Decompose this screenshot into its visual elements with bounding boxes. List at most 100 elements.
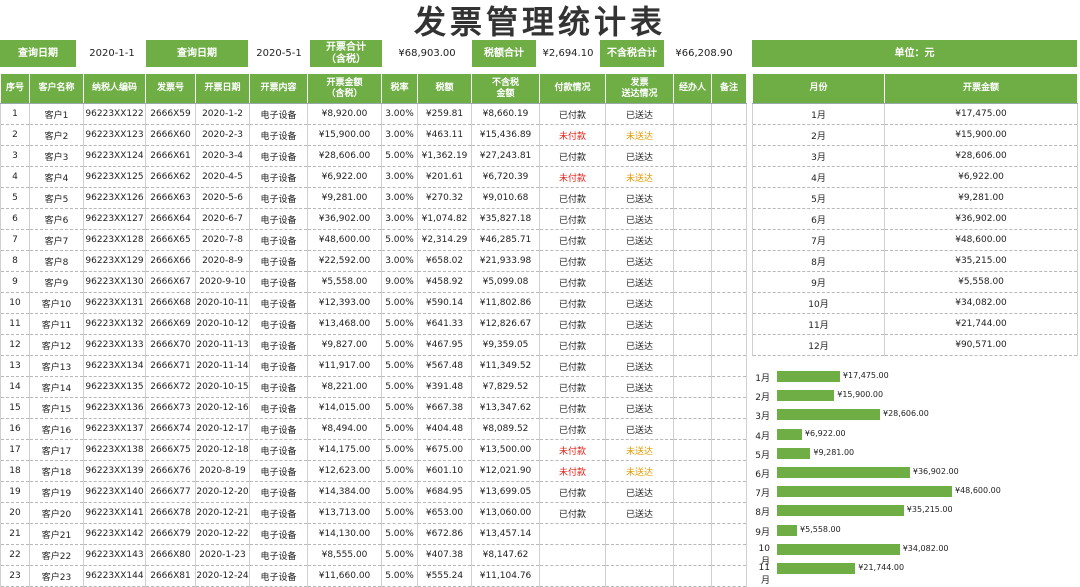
table-cell[interactable]: ¥27,243.81 [471,145,540,167]
table-cell[interactable]: 96223XX134 [83,355,146,377]
table-cell[interactable] [673,250,712,272]
table-cell[interactable]: 2020-8-19 [195,460,250,482]
table-cell[interactable]: ¥8,920.00 [307,103,382,125]
table-row[interactable]: 1 客户1 96223XX122 2666X59 2020-1-2 电子设备 ¥8,920.… [0,103,747,125]
table-cell[interactable]: 5.00% [381,145,418,167]
month-row[interactable]: 6月 ¥36,902.00 [752,208,1078,230]
table-cell[interactable] [673,397,712,419]
table-cell[interactable]: 96223XX136 [83,397,146,419]
table-row[interactable]: 2 客户2 96223XX123 2666X60 2020-2-3 电子设备 ¥15,900… [0,124,747,146]
table-cell[interactable] [711,145,747,167]
table-cell[interactable]: 未付款 [539,166,606,188]
month-cell[interactable]: 4月 [752,166,885,188]
table-cell[interactable]: 96223XX138 [83,439,146,461]
table-cell[interactable]: 客户21 [29,523,84,545]
month-cell[interactable]: 3月 [752,145,885,167]
table-cell[interactable] [605,523,674,545]
table-cell[interactable]: 电子设备 [249,103,308,125]
table-cell[interactable] [673,187,712,209]
table-cell[interactable]: 2020-10-12 [195,313,250,335]
table-cell[interactable] [539,523,606,545]
table-cell[interactable]: 96223XX137 [83,418,146,440]
amount-cell[interactable]: ¥21,744.00 [884,313,1078,335]
table-cell[interactable]: 5.00% [381,565,418,587]
table-cell[interactable]: 电子设备 [249,250,308,272]
table-cell[interactable]: ¥458.92 [417,271,472,293]
table-cell[interactable]: 客户1 [29,103,84,125]
table-cell[interactable]: ¥1,362.19 [417,145,472,167]
table-cell[interactable]: 已付款 [539,103,606,125]
table-cell[interactable]: 电子设备 [249,439,308,461]
table-cell[interactable]: 已付款 [539,229,606,251]
table-cell[interactable]: 2020-10-15 [195,376,250,398]
table-cell[interactable]: 2666X62 [145,166,196,188]
table-cell[interactable]: ¥555.24 [417,565,472,587]
query-date-end[interactable]: 2020-5-1 [250,40,308,67]
table-row[interactable]: 4 客户4 96223XX125 2666X62 2020-4-5 电子设备 ¥6,922.… [0,166,747,188]
table-cell[interactable]: ¥14,015.00 [307,397,382,419]
table-cell[interactable]: 已送达 [605,271,674,293]
table-cell[interactable]: 2666X68 [145,292,196,314]
table-cell[interactable]: 已送达 [605,376,674,398]
table-cell[interactable]: ¥12,021.90 [471,460,540,482]
month-cell[interactable]: 6月 [752,208,885,230]
table-cell[interactable]: ¥404.48 [417,418,472,440]
table-cell[interactable]: 2020-12-17 [195,418,250,440]
table-cell[interactable]: 2666X77 [145,481,196,503]
table-cell[interactable]: ¥567.48 [417,355,472,377]
table-cell[interactable]: ¥5,099.08 [471,271,540,293]
table-cell[interactable]: ¥22,592.00 [307,250,382,272]
table-cell[interactable]: 5.00% [381,376,418,398]
table-cell[interactable] [539,565,606,587]
table-cell[interactable]: ¥13,713.00 [307,502,382,524]
table-cell[interactable]: 客户3 [29,145,84,167]
table-row[interactable]: 12 客户12 96223XX133 2666X70 2020-11-13 电子设备 ¥9,… [0,334,747,356]
amount-cell[interactable]: ¥36,902.00 [884,208,1078,230]
table-row[interactable]: 21 客户21 96223XX142 2666X79 2020-12-22 电子设备 ¥14… [0,523,747,545]
month-row[interactable]: 7月 ¥48,600.00 [752,229,1078,251]
table-cell[interactable]: 已付款 [539,145,606,167]
table-cell[interactable] [711,376,747,398]
table-cell[interactable]: 5.00% [381,523,418,545]
table-cell[interactable]: 15 [0,397,30,419]
table-cell[interactable]: 3.00% [381,103,418,125]
table-cell[interactable]: 3.00% [381,124,418,146]
table-cell[interactable] [673,418,712,440]
table-cell[interactable]: 2666X79 [145,523,196,545]
table-row[interactable]: 18 客户18 96223XX139 2666X76 2020-8-19 电子设备 ¥12,… [0,460,747,482]
table-cell[interactable]: 9.00% [381,271,418,293]
table-row[interactable]: 6 客户6 96223XX127 2666X64 2020-6-7 电子设备 ¥36,902… [0,208,747,230]
table-cell[interactable]: 1 [0,103,30,125]
table-cell[interactable]: 客户15 [29,397,84,419]
table-cell[interactable] [673,523,712,545]
amount-cell[interactable]: ¥17,475.00 [884,103,1078,125]
table-cell[interactable]: 未付款 [539,439,606,461]
table-cell[interactable] [605,565,674,587]
table-cell[interactable] [673,271,712,293]
table-row[interactable]: 15 客户15 96223XX136 2666X73 2020-12-16 电子设备 ¥14… [0,397,747,419]
table-cell[interactable] [711,292,747,314]
table-cell[interactable]: 2666X61 [145,145,196,167]
table-cell[interactable]: 客户17 [29,439,84,461]
amount-cell[interactable]: ¥5,558.00 [884,271,1078,293]
table-cell[interactable]: 2020-12-16 [195,397,250,419]
table-cell[interactable]: 2666X74 [145,418,196,440]
table-cell[interactable]: 已送达 [605,502,674,524]
table-cell[interactable]: 已送达 [605,103,674,125]
table-cell[interactable] [711,103,747,125]
table-cell[interactable] [673,355,712,377]
table-cell[interactable]: 电子设备 [249,544,308,566]
table-cell[interactable]: 2020-12-18 [195,439,250,461]
table-cell[interactable]: 5.00% [381,229,418,251]
amount-cell[interactable]: ¥9,281.00 [884,187,1078,209]
table-cell[interactable] [673,439,712,461]
month-row[interactable]: 2月 ¥15,900.00 [752,124,1078,146]
table-cell[interactable]: ¥601.10 [417,460,472,482]
table-cell[interactable]: ¥35,827.18 [471,208,540,230]
table-cell[interactable]: 96223XX144 [83,565,146,587]
table-cell[interactable]: 2020-1-2 [195,103,250,125]
table-cell[interactable]: 2666X63 [145,187,196,209]
table-cell[interactable]: 未付款 [539,460,606,482]
table-cell[interactable]: 96223XX122 [83,103,146,125]
table-cell[interactable]: ¥658.02 [417,250,472,272]
